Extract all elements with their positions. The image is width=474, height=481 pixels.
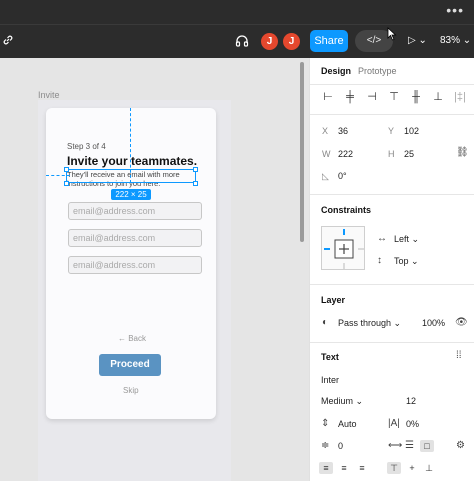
rotation-input[interactable]: 0° — [338, 171, 347, 181]
fixed-size-icon[interactable]: □ — [420, 440, 434, 452]
constrain-proportions-icon[interactable]: ⛓ — [456, 147, 469, 159]
divider — [310, 284, 474, 285]
invite-card[interactable]: Step 3 of 4 Invite your teammates. They'… — [46, 108, 216, 419]
link-icon[interactable] — [2, 34, 16, 48]
mouse-cursor-icon — [387, 27, 399, 41]
blend-icon: ◐ — [322, 317, 329, 328]
resize-handle[interactable] — [64, 167, 69, 172]
vertical-constraint-select[interactable]: Top ⌄ — [394, 256, 419, 267]
font-size-input[interactable]: 12 — [406, 396, 416, 406]
zoom-value: 83% — [440, 35, 461, 46]
w-label: W — [322, 149, 331, 159]
line-height-input[interactable]: Auto — [338, 419, 357, 429]
align-top-icon[interactable]: ⊤ — [388, 91, 400, 103]
letter-spacing-input[interactable]: 0% — [406, 419, 419, 429]
x-input[interactable]: 36 — [338, 126, 348, 136]
divider — [310, 84, 474, 85]
align-center-v-icon[interactable]: ╫ — [410, 91, 422, 103]
paragraph-spacing-icon: ≑ — [321, 440, 330, 451]
text-align-right-icon[interactable]: ≡ — [355, 462, 369, 474]
divider — [310, 114, 474, 115]
text-align-center-icon[interactable]: ≡ — [337, 462, 351, 474]
text-styles-icon[interactable]: ⁞⁞ — [456, 350, 462, 362]
back-link[interactable]: ← Back — [118, 334, 146, 343]
font-weight-select[interactable]: Medium ⌄ — [321, 396, 363, 407]
paragraph-spacing-input[interactable]: 0 — [338, 441, 343, 451]
text-settings-icon[interactable]: ⚙ — [456, 440, 465, 452]
text-title: Text — [321, 352, 339, 362]
canvas[interactable]: Invite Step 3 of 4 Invite your teammates… — [0, 58, 309, 481]
align-right-icon[interactable]: ⊣ — [366, 91, 378, 103]
horizontal-constraint-select[interactable]: Left ⌄ — [394, 234, 419, 245]
layer-title: Layer — [321, 295, 346, 305]
visibility-eye-icon[interactable]: 👁 — [455, 317, 468, 329]
align-center-h-icon[interactable]: ╪ — [344, 91, 356, 103]
resize-handle[interactable] — [193, 181, 198, 186]
title-strip: ••• — [0, 0, 474, 24]
toolbar: J J Share </> ▷ ⌄ 83% ⌄ — [0, 24, 474, 58]
h-label: H — [388, 149, 395, 159]
avatar[interactable]: J — [261, 33, 278, 50]
audio-icon[interactable] — [234, 33, 250, 49]
skip-link[interactable]: Skip — [123, 386, 139, 395]
vertical-align-bottom-icon[interactable]: ⊥ — [422, 462, 436, 474]
avatar[interactable]: J — [283, 33, 300, 50]
letter-spacing-icon: |A| — [388, 418, 400, 429]
dimension-badge: 222 × 25 — [111, 189, 151, 200]
distribute-icon[interactable]: |‡| — [454, 91, 466, 103]
proceed-button[interactable]: Proceed — [99, 354, 161, 376]
measure-guide — [130, 108, 131, 183]
invite-frame[interactable]: Step 3 of 4 Invite your teammates. They'… — [38, 100, 231, 481]
vertical-align-middle-icon[interactable]: + — [405, 462, 419, 474]
email-field[interactable]: email@address.com — [68, 256, 202, 274]
resize-handle[interactable] — [193, 167, 198, 172]
constraints-title: Constraints — [321, 205, 372, 215]
y-input[interactable]: 102 — [404, 126, 419, 136]
constraints-widget[interactable] — [321, 226, 365, 270]
tab-design[interactable]: Design — [321, 66, 351, 76]
text-align-left-icon[interactable]: ≡ — [319, 462, 333, 474]
vertical-scrollbar[interactable] — [300, 62, 304, 242]
line-height-icon: ⇕ — [321, 418, 330, 429]
blend-mode-select[interactable]: Pass through ⌄ — [338, 318, 401, 329]
zoom-level[interactable]: 83% ⌄ — [440, 35, 471, 46]
present-button[interactable]: ▷ ⌄ — [408, 35, 430, 49]
invite-title[interactable]: Invite your teammates. — [67, 154, 197, 168]
vertical-constraint-icon: ↕ — [377, 255, 382, 266]
x-label: X — [322, 126, 329, 136]
auto-height-icon[interactable]: ☰ — [405, 440, 414, 452]
horizontal-constraint-value: Left — [394, 234, 410, 244]
align-bottom-icon[interactable]: ⊥ — [432, 91, 444, 103]
resize-handle[interactable] — [64, 181, 69, 186]
auto-width-icon[interactable]: ⟷ — [388, 440, 402, 452]
blend-mode-value: Pass through — [338, 318, 392, 328]
rotation-icon: ◺ — [322, 171, 329, 181]
vertical-constraint-value: Top — [394, 256, 409, 266]
tab-prototype[interactable]: Prototype — [358, 66, 397, 76]
email-field[interactable]: email@address.com — [68, 202, 202, 220]
share-button[interactable]: Share — [310, 30, 348, 52]
frame-label[interactable]: Invite — [38, 90, 60, 100]
align-left-icon[interactable]: ⊢ — [322, 91, 334, 103]
horizontal-constraint-icon: ↔ — [377, 233, 387, 244]
measure-guide — [46, 175, 70, 176]
height-input[interactable]: 25 — [404, 149, 414, 159]
divider — [310, 342, 474, 343]
font-weight-value: Medium — [321, 396, 354, 406]
font-family-select[interactable]: Inter — [321, 375, 339, 385]
more-menu-icon[interactable]: ••• — [446, 2, 464, 18]
y-label: Y — [388, 126, 395, 136]
width-input[interactable]: 222 — [338, 149, 353, 159]
selection-box[interactable] — [66, 169, 196, 183]
divider — [310, 194, 474, 195]
vertical-align-top-icon[interactable]: ⊤ — [387, 462, 401, 474]
email-field[interactable]: email@address.com — [68, 229, 202, 247]
step-indicator[interactable]: Step 3 of 4 — [67, 142, 106, 151]
properties-panel: Design Prototype ⊢ ╪ ⊣ ⊤ ╫ ⊥ |‡| X 36 Y … — [309, 58, 474, 481]
opacity-input[interactable]: 100% — [422, 318, 445, 328]
